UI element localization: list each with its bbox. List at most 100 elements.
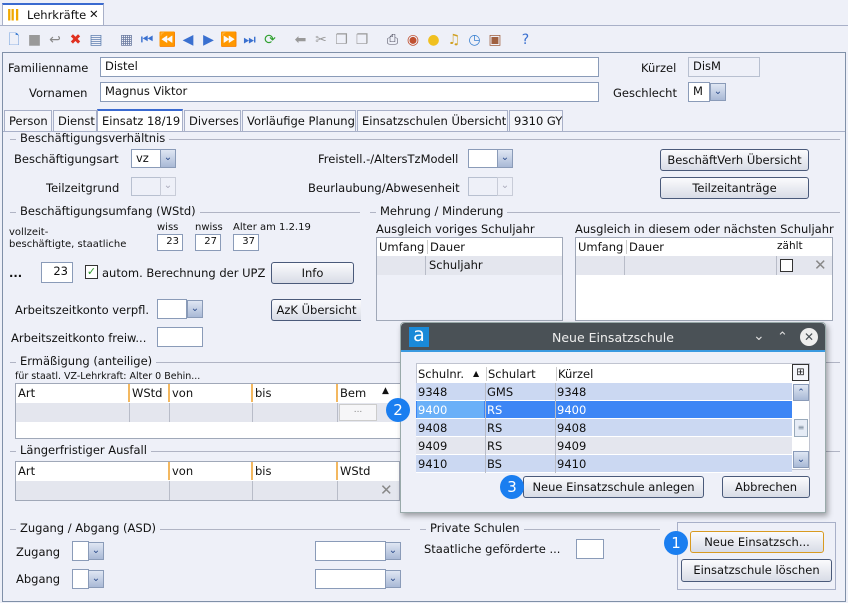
beschaeftigungsart-dropdown-icon[interactable]: ⌄ bbox=[160, 149, 176, 168]
delete-row-icon[interactable]: ✕ bbox=[380, 481, 393, 499]
cut-icon[interactable]: ✂ bbox=[312, 31, 330, 49]
zugang-date-dropdown-icon[interactable]: ⌄ bbox=[385, 542, 401, 560]
column-header[interactable]: von bbox=[168, 462, 195, 480]
copy-icon[interactable]: ❐ bbox=[333, 31, 351, 49]
column-header[interactable]: bis bbox=[251, 384, 274, 402]
neue-einsatzschule-button[interactable]: Neue Einsatzsch... bbox=[690, 531, 824, 553]
table-row[interactable]: Schuljahr bbox=[377, 256, 562, 275]
neue-einsatzschule-anlegen-button[interactable]: Neue Einsatzschule anlegen bbox=[523, 476, 704, 498]
remove-icon[interactable]: ▤ bbox=[87, 31, 105, 49]
freistellung-select[interactable] bbox=[468, 149, 498, 168]
column-header-kuerzel[interactable]: Kürzel bbox=[556, 367, 593, 381]
column-header[interactable]: zählt bbox=[777, 240, 803, 252]
abgang-select[interactable] bbox=[72, 569, 89, 589]
tab-einsatzschulen-bersicht[interactable]: Einsatzschulen Übersicht bbox=[357, 110, 508, 131]
teilzeitgrund-select[interactable] bbox=[131, 177, 161, 196]
table-row[interactable]: 9348 GMS 9348 bbox=[416, 383, 792, 401]
dialog-scrollbar[interactable]: ⌃ ≡ ⌄ bbox=[793, 383, 809, 469]
column-header[interactable]: WStd bbox=[336, 462, 372, 480]
geschlecht-select[interactable]: M bbox=[688, 82, 710, 102]
undo-icon[interactable]: ↩ bbox=[46, 31, 64, 49]
next-page-icon[interactable]: ⏩ bbox=[220, 31, 238, 49]
save-icon[interactable]: ■ bbox=[26, 31, 44, 49]
delete-icon[interactable]: ✖ bbox=[67, 31, 85, 49]
tab-einsatz-18-19[interactable]: Einsatz 18/19 bbox=[97, 109, 183, 132]
table-row[interactable]: ✕ bbox=[16, 481, 399, 500]
abgang-date-dropdown-icon[interactable]: ⌄ bbox=[385, 570, 401, 588]
table-row[interactable]: 9408 RS 9408 bbox=[416, 419, 792, 437]
abbrechen-button[interactable]: Abbrechen bbox=[722, 476, 810, 498]
column-header[interactable]: von bbox=[168, 384, 195, 402]
table-row[interactable]: 9400 RS 9400 bbox=[416, 401, 792, 419]
beschaeftigungsart-select[interactable]: vz bbox=[131, 149, 161, 168]
back-arrow-icon[interactable]: ⬅ bbox=[292, 31, 310, 49]
azk-verpfl-select[interactable] bbox=[157, 299, 187, 319]
column-header[interactable]: Dauer bbox=[626, 240, 664, 254]
close-dialog-icon[interactable]: ✕ bbox=[800, 328, 818, 346]
column-header[interactable]: Art bbox=[16, 462, 37, 480]
paste-icon[interactable]: ❐ bbox=[353, 31, 371, 49]
close-tab-icon[interactable]: ✕ bbox=[89, 7, 99, 21]
kuerzel-input[interactable]: DisM bbox=[688, 57, 760, 77]
tab-vorl-ufige-planung[interactable]: Vorläufige Planung bbox=[242, 110, 356, 131]
column-header[interactable]: WStd bbox=[128, 384, 164, 402]
contact-icon[interactable]: ▣ bbox=[486, 31, 504, 49]
sort-up-icon[interactable]: ▲ bbox=[382, 386, 389, 396]
refresh-icon[interactable]: ⟳ bbox=[261, 31, 279, 49]
column-header[interactable]: Bem bbox=[336, 384, 368, 402]
new-icon[interactable]: 🗋 bbox=[5, 31, 23, 49]
azk-verpfl-dropdown-icon[interactable]: ⌄ bbox=[187, 300, 203, 318]
sort-asc-icon[interactable]: ▲ bbox=[473, 369, 479, 378]
print-icon[interactable]: ⎙ bbox=[384, 31, 402, 49]
column-chooser-icon[interactable]: ⊞ bbox=[792, 364, 809, 381]
scroll-up-icon[interactable]: ⌃ bbox=[793, 384, 809, 401]
column-header[interactable]: Art bbox=[16, 384, 37, 402]
tab-diverses[interactable]: Diverses bbox=[184, 110, 241, 131]
table-row[interactable]: 9409 RS 9409 bbox=[416, 437, 792, 455]
last-icon[interactable]: ⏭ bbox=[241, 31, 259, 49]
zugang-date-select[interactable] bbox=[315, 541, 386, 561]
beurlaubung-select[interactable] bbox=[468, 177, 498, 196]
tab-9310-gy[interactable]: 9310 GY bbox=[509, 110, 563, 131]
vornamen-input[interactable]: Magnus Viktor bbox=[100, 82, 599, 102]
idea-icon[interactable]: ● bbox=[425, 31, 443, 49]
einsatzschule-loeschen-button[interactable]: Einsatzschule löschen bbox=[681, 559, 832, 582]
scroll-down-icon[interactable]: ⌄ bbox=[793, 451, 809, 468]
teilzeitantraege-button[interactable]: Teilzeitanträge bbox=[660, 177, 809, 199]
minimize-icon[interactable]: ⌄ bbox=[753, 328, 765, 344]
auto-upz-checkbox[interactable]: ✓ bbox=[85, 265, 98, 279]
view-icon[interactable]: ◉ bbox=[404, 31, 422, 49]
delete-row-icon[interactable]: ✕ bbox=[814, 256, 827, 274]
list-icon[interactable]: ▦ bbox=[118, 31, 136, 49]
table-row[interactable]: ✕ bbox=[576, 256, 832, 275]
nwiss-input[interactable]: 27 bbox=[195, 234, 221, 251]
alter-input[interactable]: 37 bbox=[233, 234, 259, 251]
first-icon[interactable]: ⏮ bbox=[138, 31, 156, 49]
table-row[interactable]: 9410 BS 9410 bbox=[416, 455, 792, 473]
column-header[interactable]: Umfang bbox=[379, 240, 424, 254]
abgang-date-select[interactable] bbox=[315, 569, 386, 589]
beschaeftverh-uebersicht-button[interactable]: BeschäftVerh Übersicht bbox=[660, 149, 809, 171]
table-row[interactable]: ... bbox=[16, 403, 414, 422]
abgang-dropdown-icon[interactable]: ⌄ bbox=[88, 570, 104, 588]
info-button[interactable]: Info bbox=[271, 262, 354, 284]
freistellung-dropdown-icon[interactable]: ⌄ bbox=[497, 149, 513, 168]
zugang-dropdown-icon[interactable]: ⌄ bbox=[88, 542, 104, 560]
geschlecht-dropdown-icon[interactable]: ⌄ bbox=[710, 83, 726, 101]
wiss-input[interactable]: 23 bbox=[157, 234, 183, 251]
window-tab-lehrkraefte[interactable]: ǁǀ Lehrkräfte ✕ bbox=[2, 3, 104, 25]
column-header[interactable]: bis bbox=[251, 462, 274, 480]
dialog-title-bar[interactable]: a Neue Einsatzschule ⌄ ⌃ ✕ bbox=[401, 323, 825, 352]
maximize-icon[interactable]: ⌃ bbox=[777, 330, 788, 345]
upz-input[interactable]: 23 bbox=[41, 262, 73, 283]
familienname-input[interactable]: Distel bbox=[100, 57, 599, 77]
alarm-icon[interactable]: ◷ bbox=[466, 31, 484, 49]
azk-freiw-input[interactable] bbox=[157, 327, 203, 347]
private-input[interactable] bbox=[576, 539, 604, 559]
help-icon[interactable]: ? bbox=[517, 31, 535, 49]
tab-person[interactable]: Person bbox=[4, 110, 52, 131]
zaehlt-checkbox[interactable] bbox=[780, 259, 793, 272]
column-header-schulart[interactable]: Schulart bbox=[486, 367, 536, 381]
prev-icon[interactable]: ◀ bbox=[179, 31, 197, 49]
next-icon[interactable]: ▶ bbox=[200, 31, 218, 49]
